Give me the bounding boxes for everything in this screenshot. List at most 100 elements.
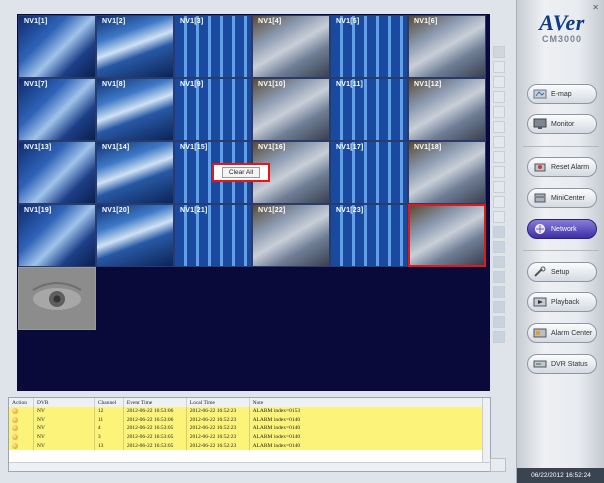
layout-button[interactable] — [493, 196, 505, 208]
camera-grid: NV1[1] NV1[2] NV1[3] NV1[4] NV1[5] NV1[6… — [17, 14, 490, 391]
table-row[interactable]: NV 4 2012-06-22 16:53:05 2012-06-22 16:5… — [9, 424, 490, 433]
layout-button[interactable] — [493, 211, 505, 223]
emap-button[interactable]: E-map — [527, 84, 597, 104]
camera-tile[interactable]: NV1[22] — [252, 204, 330, 267]
camera-label: NV1[5] — [336, 18, 360, 25]
column-header[interactable]: Event Time — [123, 398, 187, 407]
cell-dvr: NV — [33, 415, 95, 425]
camera-tile[interactable]: NV1[20] — [96, 204, 174, 267]
camera-tile-selected[interactable] — [408, 204, 486, 267]
alarm-status-icon — [12, 433, 18, 440]
layout-button[interactable] — [493, 136, 505, 148]
layout-button[interactable] — [493, 226, 505, 238]
divider — [523, 250, 599, 251]
cell-local-time: 2012-06-22 16:52:23 — [186, 424, 250, 433]
camera-tile[interactable]: NV1[19] — [18, 204, 96, 267]
server-icon — [532, 191, 548, 205]
camera-tile[interactable]: NV1[7] — [18, 78, 96, 141]
layout-button[interactable] — [493, 256, 505, 268]
reset-alarm-button[interactable]: Reset Alarm — [527, 157, 597, 177]
eye-icon — [19, 268, 95, 329]
network-button[interactable]: Network — [527, 219, 597, 239]
setup-label: Setup — [551, 268, 570, 276]
clear-all-button[interactable]: Clear All — [221, 167, 261, 178]
layout-split-icon[interactable] — [493, 46, 505, 58]
camera-label: NV1[2] — [102, 18, 126, 25]
cell-dvr: NV — [33, 407, 95, 416]
minicenter-button[interactable]: MiniCenter — [527, 188, 597, 208]
camera-label: NV1[22] — [258, 207, 286, 214]
layout-button[interactable] — [493, 61, 505, 73]
camera-tile[interactable]: NV1[11] — [330, 78, 408, 141]
alarm-center-button[interactable]: Alarm Center — [527, 323, 597, 343]
monitor-label: Monitor — [551, 120, 575, 128]
camera-tile[interactable]: NV1[8] — [96, 78, 174, 141]
camera-label: NV1[8] — [102, 81, 126, 88]
column-header[interactable]: DVR — [33, 398, 95, 407]
layout-button[interactable] — [493, 106, 505, 118]
network-icon — [532, 222, 548, 236]
table-row[interactable]: NV 11 2012-06-22 16:53:06 2012-06-22 16:… — [9, 415, 490, 425]
camera-tile[interactable]: NV1[2] — [96, 15, 174, 78]
camera-tile[interactable]: NV1[9] — [174, 78, 252, 141]
cell-channel: 11 — [94, 415, 124, 425]
camera-tile[interactable]: NV1[5] — [330, 15, 408, 78]
camera-tile[interactable]: NV1[18] — [408, 141, 486, 204]
camera-tile[interactable]: NV1[23] — [330, 204, 408, 267]
collapse-log-button[interactable] — [490, 458, 506, 472]
alarm-icon — [532, 160, 548, 174]
cell-local-time: 2012-06-22 16:52:23 — [186, 432, 250, 442]
camera-label: NV1[19] — [24, 207, 52, 214]
datetime-text: 06/22/2012 16:52:24 — [531, 472, 591, 479]
layout-button[interactable] — [493, 181, 505, 193]
camera-tile[interactable]: NV1[12] — [408, 78, 486, 141]
table-row[interactable]: NV 3 2012-06-22 16:53:05 2012-06-22 16:5… — [9, 432, 490, 442]
camera-tile[interactable]: NV1[6] — [408, 15, 486, 78]
datetime-display: 06/22/2012 16:52:24 — [517, 468, 604, 483]
camera-tile[interactable]: NV1[17] — [330, 141, 408, 204]
layout-button[interactable] — [493, 241, 505, 253]
camera-tile[interactable]: NV1[14] — [96, 141, 174, 204]
layout-button[interactable] — [493, 286, 505, 298]
layout-button[interactable] — [493, 121, 505, 133]
camera-label: NV1[7] — [24, 81, 48, 88]
column-header[interactable]: Note — [249, 398, 490, 407]
map-icon — [532, 87, 548, 101]
log-vertical-scrollbar[interactable] — [482, 398, 490, 462]
layout-button[interactable] — [493, 91, 505, 103]
camera-tile[interactable]: NV1[3] — [174, 15, 252, 78]
clear-all-popup[interactable]: Clear All — [212, 163, 270, 182]
camera-tile-empty[interactable] — [18, 267, 96, 330]
layout-button[interactable] — [493, 76, 505, 88]
camera-tile[interactable]: NV1[10] — [252, 78, 330, 141]
table-row[interactable]: NV 12 2012-06-22 16:53:06 2012-06-22 16:… — [9, 407, 490, 416]
layout-button[interactable] — [493, 166, 505, 178]
setup-button[interactable]: Setup — [527, 262, 597, 282]
monitor-button[interactable]: Monitor — [527, 114, 597, 134]
layout-button[interactable] — [493, 331, 505, 343]
camera-label: NV1[16] — [258, 144, 286, 151]
log-horizontal-scrollbar[interactable] — [9, 462, 490, 471]
camera-tile[interactable]: NV1[1] — [18, 15, 96, 78]
network-label: Network — [551, 225, 577, 233]
alarm-center-label: Alarm Center — [551, 329, 593, 337]
table-row[interactable]: NV 13 2012-06-22 16:53:05 2012-06-22 16:… — [9, 441, 490, 450]
playback-button[interactable]: Playback — [527, 292, 597, 312]
layout-button[interactable] — [493, 271, 505, 283]
alarm-log-table: Action DVR Channel Event Time Local Time… — [9, 398, 490, 450]
layout-button[interactable] — [493, 301, 505, 313]
dvr-status-button[interactable]: DVR Status — [527, 354, 597, 374]
layout-button[interactable] — [493, 151, 505, 163]
camera-label: NV1[23] — [336, 207, 364, 214]
camera-label: NV1[3] — [180, 18, 204, 25]
layout-button[interactable] — [493, 316, 505, 328]
column-header[interactable]: Local Time — [186, 398, 250, 407]
column-header[interactable]: Channel — [94, 398, 124, 407]
column-header[interactable]: Action — [9, 398, 34, 407]
monitor-icon — [532, 117, 548, 131]
camera-label: NV1[11] — [336, 81, 364, 88]
camera-tile[interactable]: NV1[13] — [18, 141, 96, 204]
camera-label: NV1[4] — [258, 18, 282, 25]
camera-tile[interactable]: NV1[21] — [174, 204, 252, 267]
camera-tile[interactable]: NV1[4] — [252, 15, 330, 78]
